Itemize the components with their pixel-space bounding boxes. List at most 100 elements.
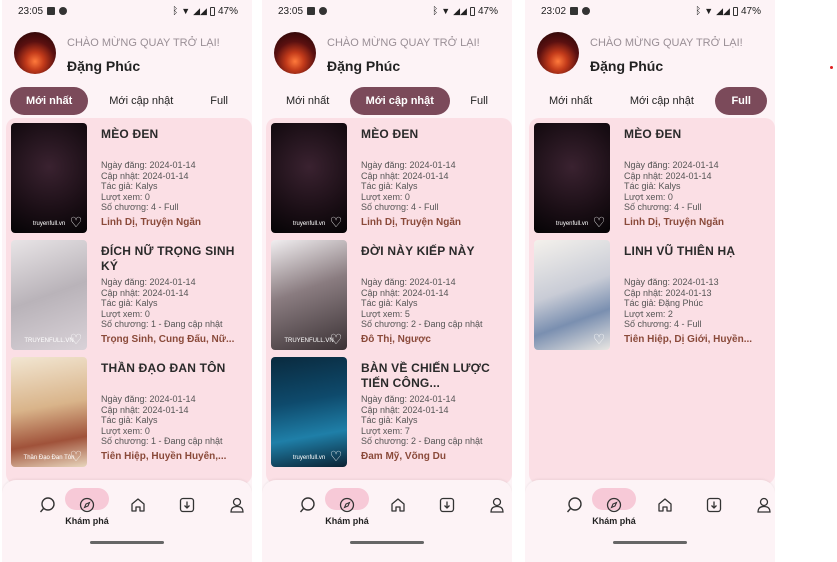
home-icon <box>656 496 674 519</box>
story-item[interactable]: Thần Đạo Đan Tôn ♡ THẦN ĐẠO ĐAN TÔN Ngày… <box>6 352 252 469</box>
tab-newest[interactable]: Mới nhất <box>10 87 89 115</box>
gesture-handle <box>90 541 164 544</box>
story-title: MÈO ĐEN <box>101 127 159 141</box>
story-list[interactable]: truyenfull.vn ♡ MÈO ĐEN Ngày đăng: 2024-… <box>529 118 775 484</box>
heart-icon[interactable]: ♡ <box>329 215 343 229</box>
meta-line: Cập nhật: 2024-01-13 <box>624 287 712 298</box>
story-cover[interactable]: truyenfull.vn ♡ <box>534 123 610 233</box>
nav-profile-button[interactable] <box>477 492 512 522</box>
story-cover[interactable]: truyenfull.vn ♡ <box>11 123 87 233</box>
story-title: BÀN VỀ CHIẾN LƯỢC TIẾN CÔNG... <box>361 361 490 390</box>
heart-icon[interactable]: ♡ <box>329 449 343 463</box>
story-cover[interactable]: TRUYENFULL.VN ♡ <box>11 240 87 350</box>
tab-recently-updated[interactable]: Mới cập nhật <box>349 87 450 115</box>
phone-screen: 23:02 ᛒ ▼ ◢◢ 47% CHÀO MỪNG QUAY TRỞ LẠI!… <box>525 0 775 562</box>
tab-full[interactable]: Full <box>194 87 244 115</box>
welcome-text: CHÀO MỪNG QUAY TRỞ LẠI! <box>327 37 480 49</box>
nav-download-button[interactable] <box>694 492 734 522</box>
heart-icon[interactable]: ♡ <box>592 215 606 229</box>
story-item[interactable]: truyenfull.vn ♡ BÀN VỀ CHIẾN LƯỢC TIẾN C… <box>266 352 512 469</box>
tab-bar: Mới nhất Mới cập nhật Full <box>10 86 244 116</box>
meta-line: Ngày đăng: 2024-01-14 <box>624 160 719 170</box>
meta-line: Ngày đăng: 2024-01-14 <box>361 394 456 404</box>
heart-icon[interactable]: ♡ <box>69 332 83 346</box>
bottom-navigation: Khám phá <box>2 480 252 562</box>
heart-icon[interactable]: ♡ <box>329 332 343 346</box>
meta-line: Cập nhật: 2024-01-14 <box>361 287 449 298</box>
meta-line: Cập nhật: 2024-01-14 <box>624 170 712 181</box>
meta-line: Lượt xem: 0 <box>101 308 150 319</box>
nav-label: Khám phá <box>325 516 369 526</box>
story-list[interactable]: truyenfull.vn ♡ MÈO ĐEN Ngày đăng: 2024-… <box>266 118 512 484</box>
story-item[interactable]: TRUYENFULL.VN ♡ ĐỜI NÀY KIẾP NÀY Ngày đă… <box>266 235 512 352</box>
meta-line: Số chương: 2 - Đang cập nhật <box>361 319 483 330</box>
story-list[interactable]: truyenfull.vn ♡ MÈO ĐEN Ngày đăng: 2024-… <box>6 118 252 484</box>
gesture-handle <box>613 541 687 544</box>
story-genres: Tiên Hiệp, Huyền Huyễn,... <box>101 451 227 462</box>
game-icon <box>59 7 68 15</box>
avatar[interactable] <box>537 32 579 74</box>
story-cover[interactable]: ♡ <box>534 240 610 350</box>
wifi-icon: ▼ <box>181 6 191 16</box>
avatar[interactable] <box>14 32 56 74</box>
tab-newest[interactable]: Mới nhất <box>270 87 345 115</box>
meta-line: Lượt xem: 7 <box>361 425 410 436</box>
story-title: MÈO ĐEN <box>624 127 682 141</box>
meta-line: Lượt xem: 5 <box>361 308 410 319</box>
clock: 23:02 <box>541 5 567 17</box>
story-cover[interactable]: Thần Đạo Đan Tôn ♡ <box>11 357 87 467</box>
story-meta: Ngày đăng: 2024-01-14 Cập nhật: 2024-01-1… <box>361 277 483 330</box>
tab-full[interactable]: Full <box>454 87 504 115</box>
profile-icon <box>488 496 506 519</box>
nav-home-button[interactable] <box>118 492 158 522</box>
search-icon <box>299 496 317 519</box>
avatar[interactable] <box>274 32 316 74</box>
meta-line: Cập nhật: 2024-01-14 <box>361 170 449 181</box>
story-item[interactable]: ♡ LINH VŨ THIÊN HẠ Ngày đăng: 2024-01-13… <box>529 235 775 352</box>
bluetooth-icon: ᛒ <box>172 5 179 17</box>
meta-line: Cập nhật: 2024-01-14 <box>101 287 189 298</box>
meta-line: Số chương: 1 - Đang cập nhật <box>101 436 223 447</box>
game-icon <box>582 7 591 15</box>
tab-newest[interactable]: Mới nhất <box>533 87 608 115</box>
tab-recently-updated[interactable]: Mới cập nhật <box>93 87 189 115</box>
explore-icon <box>339 497 355 518</box>
meta-line: Lượt xem: 0 <box>361 191 410 202</box>
story-item[interactable]: truyenfull.vn ♡ MÈO ĐEN Ngày đăng: 2024-… <box>6 118 252 235</box>
status-bar: 23:02 ᛒ ▼ ◢◢ 47% <box>541 4 761 18</box>
heart-icon[interactable]: ♡ <box>69 449 83 463</box>
nav-home-button[interactable] <box>378 492 418 522</box>
nav-profile-button[interactable] <box>217 492 252 522</box>
nav-download-button[interactable] <box>167 492 207 522</box>
meta-line: Tác giả: Kalys <box>101 181 158 192</box>
explore-icon <box>606 497 622 518</box>
story-cover[interactable]: truyenfull.vn ♡ <box>271 123 347 233</box>
story-title: ĐỜI NÀY KIẾP NÀY <box>361 244 475 258</box>
story-item[interactable]: TRUYENFULL.VN ♡ ĐÍCH NỮ TRỌNG SINH KÝ Ng… <box>6 235 252 352</box>
bottom-navigation: Khám phá <box>525 480 775 562</box>
nav-download-button[interactable] <box>427 492 467 522</box>
meta-line: Cập nhật: 2024-01-14 <box>101 170 189 181</box>
tab-recently-updated[interactable]: Mới cập nhật <box>614 87 710 115</box>
story-item[interactable]: truyenfull.vn ♡ MÈO ĐEN Ngày đăng: 2024-… <box>266 118 512 235</box>
battery-level: 47% <box>217 5 238 17</box>
heart-icon[interactable]: ♡ <box>592 332 606 346</box>
nav-home-button[interactable] <box>645 492 685 522</box>
notification-icon <box>47 7 56 15</box>
meta-line: Cập nhật: 2024-01-14 <box>101 404 189 415</box>
battery-level: 47% <box>740 5 761 17</box>
battery-level: 47% <box>477 5 498 17</box>
notification-icon <box>307 7 316 15</box>
meta-line: Ngày đăng: 2024-01-14 <box>361 160 456 170</box>
tab-full[interactable]: Full <box>715 87 767 115</box>
nav-profile-button[interactable] <box>744 492 775 522</box>
story-cover[interactable]: TRUYENFULL.VN ♡ <box>271 240 347 350</box>
meta-line: Tác giả: Đặng Phúc <box>624 298 704 309</box>
meta-line: Lượt xem: 0 <box>624 191 673 202</box>
story-item[interactable]: truyenfull.vn ♡ MÈO ĐEN Ngày đăng: 2024-… <box>529 118 775 235</box>
signal-icon: ◢◢ <box>716 5 730 16</box>
meta-line: Tác giả: Kalys <box>361 415 418 426</box>
explore-icon <box>79 497 95 518</box>
heart-icon[interactable]: ♡ <box>69 215 83 229</box>
story-cover[interactable]: truyenfull.vn ♡ <box>271 357 347 467</box>
